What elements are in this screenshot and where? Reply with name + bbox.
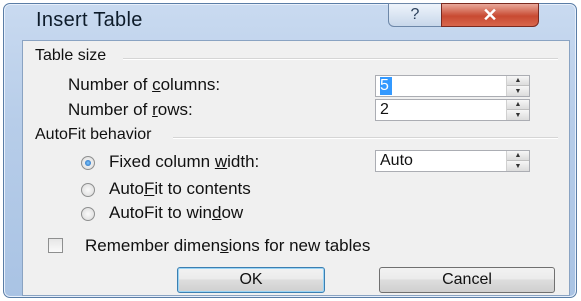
columns-input[interactable] — [380, 77, 392, 95]
rows-spinner[interactable]: ▲ ▼ — [375, 99, 530, 121]
fixed-width-spinner[interactable]: ▲ ▼ — [375, 150, 530, 172]
fixed-width-label[interactable]: Fixed column width: — [109, 152, 259, 172]
spin-down-icon[interactable]: ▼ — [507, 86, 529, 96]
spin-down-icon[interactable]: ▼ — [507, 161, 529, 171]
spin-up-icon[interactable]: ▲ — [507, 76, 529, 86]
columns-label: Number of columns: — [68, 75, 221, 94]
rows-input[interactable] — [380, 101, 500, 119]
remember-dimensions-label[interactable]: Remember dimensions for new tables — [85, 236, 370, 256]
help-icon: ? — [410, 6, 420, 23]
autofit-contents-radio[interactable] — [81, 183, 95, 197]
cancel-button[interactable]: Cancel — [379, 267, 555, 293]
remember-dimensions-checkbox[interactable] — [48, 238, 63, 253]
fixed-width-radio[interactable] — [81, 156, 95, 170]
rows-spin-buttons[interactable]: ▲ ▼ — [506, 100, 529, 120]
rows-label: Number of rows: — [68, 100, 193, 119]
fixed-width-spin-buttons[interactable]: ▲ ▼ — [506, 151, 529, 171]
table-size-group-label: Table size — [35, 47, 111, 65]
autofit-window-label[interactable]: AutoFit to window — [109, 203, 243, 223]
ok-button[interactable]: OK — [177, 267, 325, 293]
close-icon: ✕ — [482, 4, 498, 25]
dialog-title: Insert Table — [36, 9, 143, 31]
columns-spin-buttons[interactable]: ▲ ▼ — [506, 76, 529, 96]
columns-spinner[interactable]: ▲ ▼ — [375, 75, 530, 97]
autofit-contents-label[interactable]: AutoFit to contents — [109, 179, 251, 199]
spin-down-icon[interactable]: ▼ — [507, 110, 529, 120]
group-divider — [123, 58, 558, 60]
close-button[interactable]: ✕ — [441, 3, 539, 27]
autofit-group-label: AutoFit behavior — [35, 126, 156, 144]
group-divider — [173, 137, 558, 139]
help-button[interactable]: ? — [388, 3, 442, 27]
insert-table-dialog: Insert Table ? ✕ Table size Number of co… — [3, 3, 577, 298]
title-bar[interactable]: Insert Table ? ✕ — [4, 3, 576, 36]
autofit-window-radio[interactable] — [81, 207, 95, 221]
dialog-body: Table size Number of columns: ▲ ▼ Number… — [22, 40, 570, 296]
fixed-width-input[interactable] — [380, 152, 500, 170]
spin-up-icon[interactable]: ▲ — [507, 100, 529, 110]
spin-up-icon[interactable]: ▲ — [507, 151, 529, 161]
